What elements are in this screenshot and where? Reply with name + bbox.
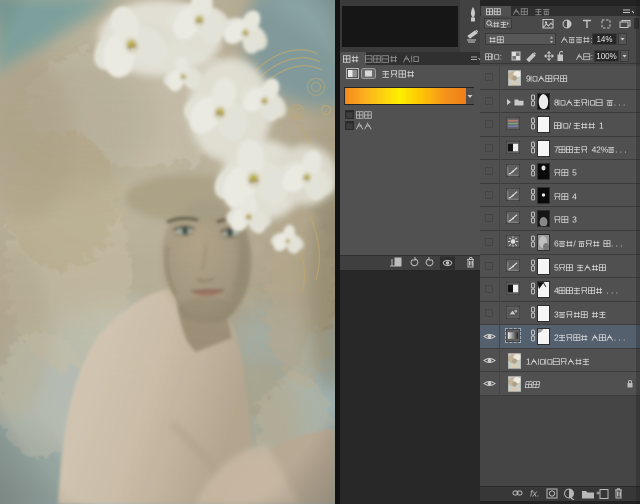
svg-text:9: 9 [526, 73, 531, 83]
svg-text:7: 7 [554, 144, 559, 154]
svg-text:2: 2 [554, 333, 559, 343]
svg-text:8: 8 [554, 97, 559, 107]
svg-text:6: 6 [554, 238, 559, 248]
svg-text:.: . [623, 97, 625, 107]
svg-text:/: / [569, 120, 572, 130]
svg-text:.: . [620, 238, 622, 248]
svg-text:/: / [573, 238, 576, 248]
svg-text:1: 1 [599, 120, 604, 130]
svg-text:.: . [624, 144, 626, 154]
svg-text::: : [500, 52, 502, 62]
svg-text:1: 1 [526, 356, 531, 366]
svg-text:.: . [618, 97, 620, 107]
svg-text:.: . [611, 238, 613, 248]
svg-text:5: 5 [554, 262, 559, 272]
svg-text:.: . [616, 285, 618, 295]
svg-text:.: . [614, 97, 616, 107]
svg-text:fx.: fx. [530, 489, 540, 499]
svg-text:3: 3 [554, 309, 559, 319]
svg-text:.: . [606, 285, 608, 295]
svg-text:3: 3 [572, 215, 577, 225]
svg-text:4: 4 [572, 191, 577, 201]
svg-text:.: . [615, 144, 617, 154]
svg-text:%: % [601, 144, 609, 154]
svg-text:5: 5 [572, 168, 577, 178]
svg-text:4: 4 [554, 285, 559, 295]
svg-text:.: . [623, 333, 625, 343]
svg-text::: : [591, 52, 593, 62]
svg-text:.: . [611, 285, 613, 295]
svg-text:.: . [616, 238, 618, 248]
svg-text:.: . [618, 333, 620, 343]
svg-text:.: . [614, 333, 616, 343]
svg-text:.: . [620, 144, 622, 154]
